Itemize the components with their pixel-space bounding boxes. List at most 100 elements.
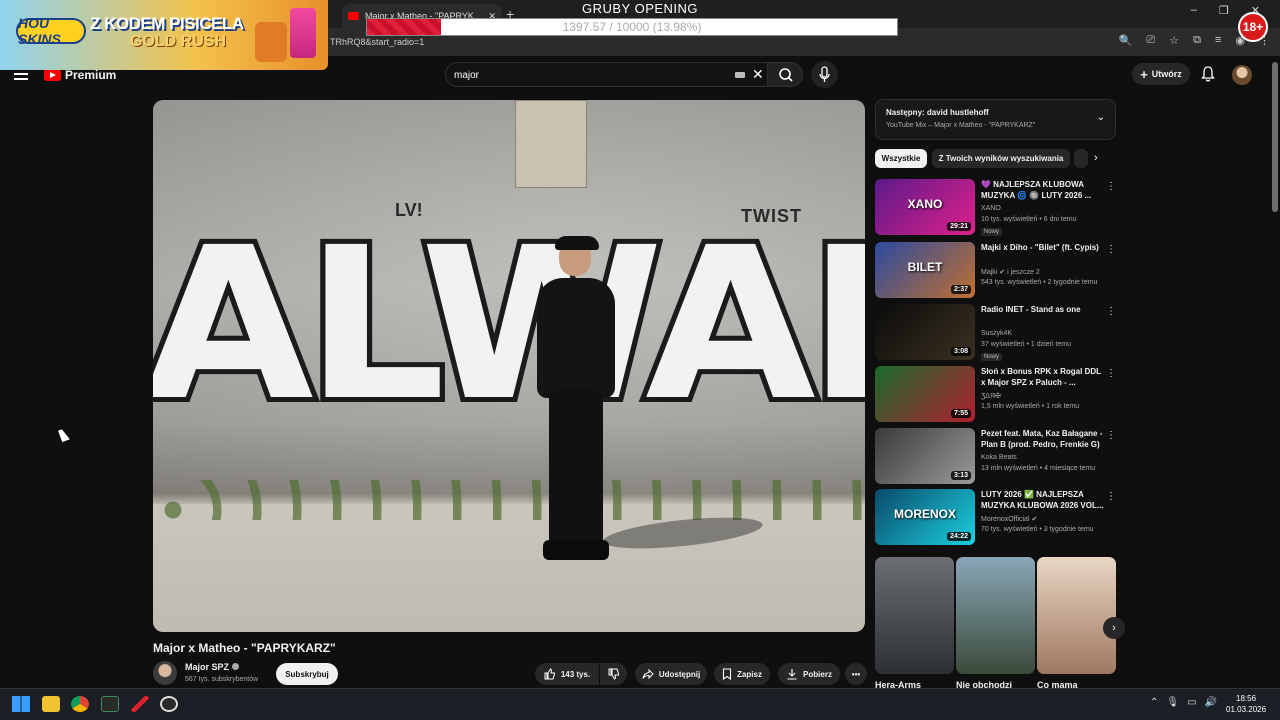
video-thumbnail[interactable]: XANO 29:21 [875,179,975,235]
related-video-item[interactable]: XANO 29:21 💜 NAJLEPSZA KLUBOWA MUZYKA 🌀 🔘 … [875,179,1120,237]
lightning-app-icon[interactable] [131,696,149,712]
video-thumbnail[interactable]: MORENOX 24:22 [875,489,975,545]
more-vertical-icon[interactable]: ⋮ [1106,491,1116,502]
chrome-icon[interactable] [71,696,89,712]
tray-chevron-icon[interactable]: ⌃ [1150,697,1158,708]
video-player[interactable]: ALWAN LV! TWIST [153,100,865,632]
up-next-subtitle: YouTube Mix – Major x Matheo - "PAPRYKAR… [886,122,1036,129]
notifications-bell-icon[interactable] [1201,66,1215,87]
promo-subtitle: GOLD RUSH [130,33,226,50]
thumbs-up-icon [544,668,555,680]
terminal-icon[interactable] [101,696,119,712]
dislike-button[interactable] [600,663,627,685]
subscribe-button[interactable]: Subskrybuj [276,663,338,685]
like-button[interactable]: 143 tys. [535,663,599,685]
video-title[interactable]: LUTY 2026 ✅ NAJLEPSZA MUZYKA KLUBOWA 202… [981,489,1105,511]
search-button[interactable] [767,62,803,87]
taskbar-clock[interactable]: 18:56 01.03.2026 [1226,693,1266,715]
url-text[interactable]: TRhRQ8&start_radio=1 [330,37,424,47]
more-vertical-icon[interactable]: ⋮ [1106,306,1116,317]
file-explorer-icon[interactable] [42,696,60,712]
thumbnail-caption: XANO [907,197,943,211]
chip-all[interactable]: Wszystkie [875,149,927,168]
video-duration: 3:08 [950,347,971,356]
chip-from-your-search[interactable]: Z Twoich wyników wyszukiwania [932,149,1070,168]
create-button[interactable]: + Utwórz [1132,63,1190,85]
search-input[interactable] [454,67,724,83]
cast-icon[interactable]: ⎚ [1146,34,1155,47]
video-meta: 1,5 mln wyświetleń • 1 rok temu [981,403,1080,410]
goal-title: GRUBY OPENING [581,1,699,16]
microphone-tray-icon[interactable]: 🎙 [1166,697,1179,708]
keyboard-icon[interactable] [735,72,745,78]
video-thumbnail[interactable]: 7:55 [875,366,975,422]
youtube-favicon-icon [348,12,359,20]
related-video-item[interactable]: MORENOX 24:22 LUTY 2026 ✅ NAJLEPSZA MUZYKA… [875,489,1120,547]
premium-label: Premium [65,68,117,82]
microphone-icon [819,66,830,82]
video-thumbnail[interactable]: 3:08 [875,304,975,360]
minimize-button[interactable]: – [1191,4,1197,17]
download-label: Pobierz [803,669,832,679]
bookmark-star-icon[interactable]: ☆ [1169,34,1179,47]
video-channel[interactable]: MorenoxOfficial ✔ [981,515,1037,523]
chevron-right-icon[interactable]: › [1094,152,1098,164]
create-label: Utwórz [1151,69,1182,79]
chevron-down-icon[interactable]: ⌄ [1097,112,1105,123]
save-button[interactable]: Zapisz [714,663,770,685]
more-actions-button[interactable]: ••• [845,663,867,685]
short-thumbnail[interactable] [1037,557,1116,674]
obs-icon[interactable] [160,696,178,712]
network-icon[interactable]: ▭ [1187,697,1196,708]
video-title[interactable]: Radio INET - Stand as one [981,304,1105,315]
related-video-item[interactable]: 7:55 Słoń x Bonus RPK x Rogal DDL x Major… [875,366,1120,424]
more-vertical-icon[interactable]: ⋮ [1106,430,1116,441]
weeds [153,480,865,520]
video-channel[interactable]: Koka Beats [981,454,1017,461]
video-meta: 37 wyświetleń • 1 dzień temu [981,341,1071,348]
related-video-item[interactable]: 3:08 Radio INET - Stand as one Suszyk4K 37 … [875,304,1120,362]
page-scrollbar[interactable] [1272,62,1278,212]
share-icon [642,668,654,680]
bookmark-icon [722,668,732,680]
clear-search-icon[interactable]: ✕ [752,66,764,83]
video-thumbnail[interactable]: BILET 2:37 [875,242,975,298]
more-vertical-icon[interactable]: ⋮ [1106,244,1116,255]
video-channel[interactable]: Suszyk4K [981,330,1012,337]
channel-name[interactable]: Major SPZ [185,662,240,672]
video-channel[interactable]: Majki ✔ i jeszcze 2 [981,268,1040,276]
clock-time: 18:56 [1236,694,1257,703]
video-channel[interactable]: XANO [981,205,1001,212]
windows-start-icon[interactable] [12,696,30,712]
video-title[interactable]: Pezet feat. Mata, Kaz Bałagane - Plan B … [981,428,1105,450]
more-vertical-icon[interactable]: ⋮ [1106,181,1116,192]
chip-partial[interactable] [1074,149,1088,168]
volume-icon[interactable]: 🔊 [1205,697,1217,708]
short-thumbnail[interactable] [875,557,954,674]
up-next-card[interactable]: Następny: david hustlehoff YouTube Mix –… [875,99,1116,140]
video-channel[interactable]: ƷΔЯ✠ [981,392,1001,400]
related-video-item[interactable]: BILET 2:37 Majki x Diho - "Bilet" (ft. Cyp… [875,242,1120,300]
extension-icon[interactable]: ⧉ [1193,34,1201,47]
short-thumbnail[interactable] [956,557,1035,674]
youtube-logo[interactable]: Premium [44,68,116,82]
related-video-item[interactable]: 3:13 Pezet feat. Mata, Kaz Bałagane - Pla… [875,428,1120,486]
video-thumbnail[interactable]: 3:13 [875,428,975,484]
video-title[interactable]: 💜 NAJLEPSZA KLUBOWA MUZYKA 🌀 🔘 LUTY 2026… [981,179,1105,201]
account-avatar[interactable] [1232,65,1252,85]
reading-list-icon[interactable]: ≡ [1215,34,1221,47]
maximize-button[interactable]: ❐ [1219,4,1229,17]
video-title[interactable]: Majki x Diho - "Bilet" (ft. Cypis) [981,242,1105,253]
channel-avatar[interactable] [153,661,177,685]
thumbnail-caption: MORENOX [893,507,956,521]
share-button[interactable]: Udostępnij [635,663,707,685]
voice-search-button[interactable] [811,61,838,88]
shorts-next-button[interactable]: › [1103,617,1125,639]
zoom-icon[interactable]: 🔍 [1119,34,1133,47]
more-horizontal-icon: ••• [851,669,861,679]
download-button[interactable]: Pobierz [778,663,840,685]
video-title[interactable]: Słoń x Bonus RPK x Rogal DDL x Major SPZ… [981,366,1105,388]
video-duration: 3:13 [950,471,971,480]
new-badge: Nowy [981,228,1003,236]
more-vertical-icon[interactable]: ⋮ [1106,368,1116,379]
